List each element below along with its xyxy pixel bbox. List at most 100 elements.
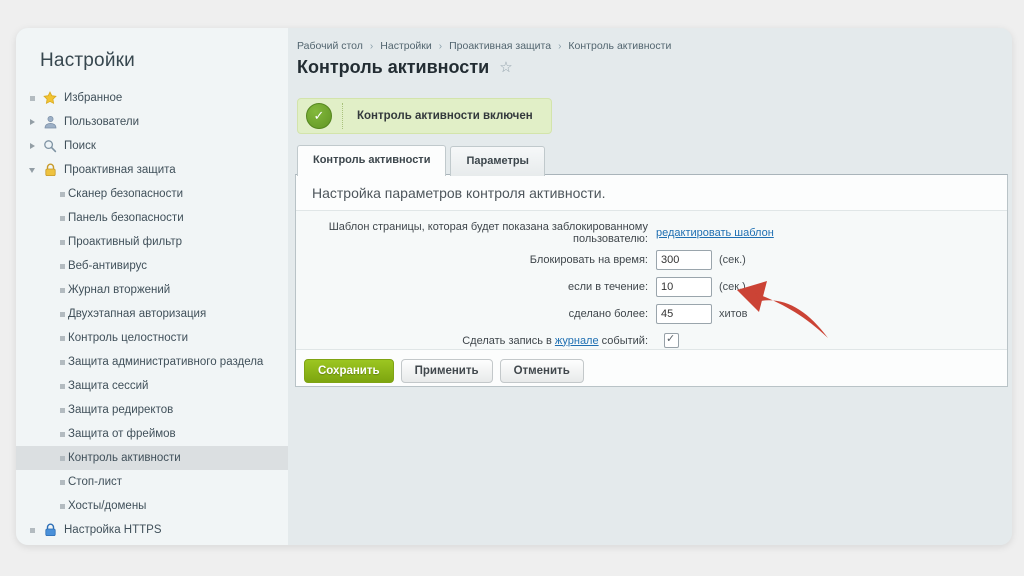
sidebar-item-label: Настройка HTTPS (64, 518, 162, 542)
breadcrumb-link-activity[interactable]: Контроль активности (568, 40, 671, 52)
chevron-down-icon[interactable] (26, 168, 38, 173)
sidebar-item-пользователи[interactable]: Пользователи (16, 110, 288, 134)
bullet-icon (56, 432, 68, 437)
breadcrumb-separator-icon: › (370, 41, 373, 52)
sidebar-item-журнал-вторжений[interactable]: Журнал вторжений (16, 278, 288, 302)
form-row-label: Блокировать на время: (296, 254, 648, 266)
bullet-icon (56, 408, 68, 413)
cancel-button[interactable]: Отменить (500, 359, 584, 383)
breadcrumb-link-proactive[interactable]: Проактивная защита (449, 40, 551, 52)
sidebar-item-label: Стоп-лист (68, 470, 122, 494)
bullet-icon (56, 456, 68, 461)
template-row: Шаблон страницы, которая будет показана … (296, 219, 1007, 246)
favorite-star-icon[interactable] (499, 58, 512, 76)
form-heading: Настройка параметров контроля активности… (296, 175, 1007, 210)
bullet-icon (56, 360, 68, 365)
form-row-suffix: (сек.) (719, 254, 746, 266)
main-area: Рабочий стол › Настройки › Проактивная защит… (288, 28, 1012, 545)
sidebar-item-панель-безопасности[interactable]: Панель безопасности (16, 206, 288, 230)
sidebar-item-проактивная-защита[interactable]: Проактивная защита (16, 158, 288, 182)
bullet-icon (56, 312, 68, 317)
save-button[interactable]: Сохранить (304, 359, 394, 383)
status-banner: Контроль активности включен (297, 98, 552, 134)
tab-bar: Контроль активностиПараметры (297, 145, 549, 175)
sidebar-item-label: Проактивная защита (64, 158, 176, 182)
sidebar-item-label: Журнал вторжений (68, 278, 170, 302)
breadcrumb-link-desktop[interactable]: Рабочий стол (297, 40, 363, 52)
user-icon (42, 114, 58, 130)
journal-label: Сделать запись в журнале событий: (296, 335, 648, 347)
form-area: Шаблон страницы, которая будет показана … (296, 210, 1007, 350)
sidebar-item-защита-административного-раздела[interactable]: Защита административного раздела (16, 350, 288, 374)
chevron-right-icon[interactable] (26, 119, 38, 125)
sidebar-item-label: Защита административного раздела (68, 350, 263, 374)
settings-panel: Настройка параметров контроля активности… (295, 174, 1008, 387)
edit-template-link[interactable]: редактировать шаблон (656, 227, 774, 239)
sidebar-item-избранное[interactable]: Избранное (16, 86, 288, 110)
sidebar-item-защита-сессий[interactable]: Защита сессий (16, 374, 288, 398)
sidebar-item-label: Поиск (64, 134, 96, 158)
button-row: Сохранить Применить Отменить (296, 350, 1007, 383)
form-row: Блокировать на время: (сек.) (296, 246, 1007, 273)
chevron-right-icon[interactable] (26, 143, 38, 149)
search-icon (42, 138, 58, 154)
sidebar-item-веб-антивирус[interactable]: Веб-антивирус (16, 254, 288, 278)
sidebar-item-контроль-активности[interactable]: Контроль активности (16, 446, 288, 470)
status-banner-text: Контроль активности включен (357, 110, 533, 122)
bullet-icon (56, 504, 68, 509)
star-icon (42, 90, 58, 106)
sidebar-item-поиск[interactable]: Поиск (16, 134, 288, 158)
form-value-input[interactable] (656, 277, 712, 297)
sidebar-item-защита-от-фреймов[interactable]: Защита от фреймов (16, 422, 288, 446)
form-value-input[interactable] (656, 250, 712, 270)
sidebar-item-label: Хосты/домены (68, 494, 146, 518)
breadcrumb-separator-icon: › (558, 41, 561, 52)
sidebar-item-label: Избранное (64, 86, 122, 110)
settings-sidebar: Настройки ИзбранноеПользователиПоискПроа… (16, 28, 289, 545)
sidebar-item-label: Двухэтапная авторизация (68, 302, 206, 326)
check-circle-icon (306, 103, 332, 129)
sidebar-title: Настройки (16, 28, 288, 86)
apply-button[interactable]: Применить (401, 359, 493, 383)
journal-link[interactable]: журнале (555, 335, 599, 347)
bullet-icon (26, 528, 38, 533)
lock-blue-icon (42, 522, 58, 538)
sidebar-item-label: Контроль целостности (68, 326, 188, 350)
bullet-icon (56, 336, 68, 341)
form-row: сделано более:хитов (296, 300, 1007, 327)
bullet-icon (56, 288, 68, 293)
sidebar-item-контроль-целостности[interactable]: Контроль целостности (16, 326, 288, 350)
bullet-icon (56, 216, 68, 221)
journal-checkbox[interactable] (664, 333, 679, 348)
sidebar-item-стоп-лист[interactable]: Стоп-лист (16, 470, 288, 494)
sidebar-item-сканер-безопасности[interactable]: Сканер безопасности (16, 182, 288, 206)
admin-window: Настройки ИзбранноеПользователиПоискПроа… (16, 28, 1012, 545)
sidebar-item-двухэтапная-авторизация[interactable]: Двухэтапная авторизация (16, 302, 288, 326)
sidebar-item-валюты[interactable]: Валюты (16, 542, 288, 545)
annotation-arrow-icon (735, 280, 831, 342)
sidebar-item-label: Сканер безопасности (68, 182, 183, 206)
sidebar-item-label: Проактивный фильтр (68, 230, 182, 254)
sidebar-item-настройка-https[interactable]: Настройка HTTPS (16, 518, 288, 542)
bullet-icon (56, 480, 68, 485)
sidebar-item-проактивный-фильтр[interactable]: Проактивный фильтр (16, 230, 288, 254)
banner-divider (342, 103, 343, 129)
bullet-icon (56, 384, 68, 389)
bullet-icon (56, 192, 68, 197)
form-value-input[interactable] (656, 304, 712, 324)
sidebar-item-label: Пользователи (64, 110, 139, 134)
tab-activity-control[interactable]: Контроль активности (297, 145, 446, 176)
sidebar-item-label: Веб-антивирус (68, 254, 147, 278)
sidebar-item-хосты-домены[interactable]: Хосты/домены (16, 494, 288, 518)
form-row-label: если в течение: (296, 281, 648, 293)
breadcrumb-link-settings[interactable]: Настройки (380, 40, 432, 52)
sidebar-item-защита-редиректов[interactable]: Защита редиректов (16, 398, 288, 422)
page-title-text: Контроль активности (297, 57, 489, 77)
form-row: если в течение:(сек.) (296, 273, 1007, 300)
sidebar-item-label: Защита сессий (68, 374, 148, 398)
bullet-icon (56, 240, 68, 245)
form-row-label: сделано более: (296, 308, 648, 320)
breadcrumb: Рабочий стол › Настройки › Проактивная защит… (297, 40, 671, 52)
sidebar-item-label: Защита от фреймов (68, 422, 176, 446)
tab-parameters[interactable]: Параметры (450, 146, 544, 176)
